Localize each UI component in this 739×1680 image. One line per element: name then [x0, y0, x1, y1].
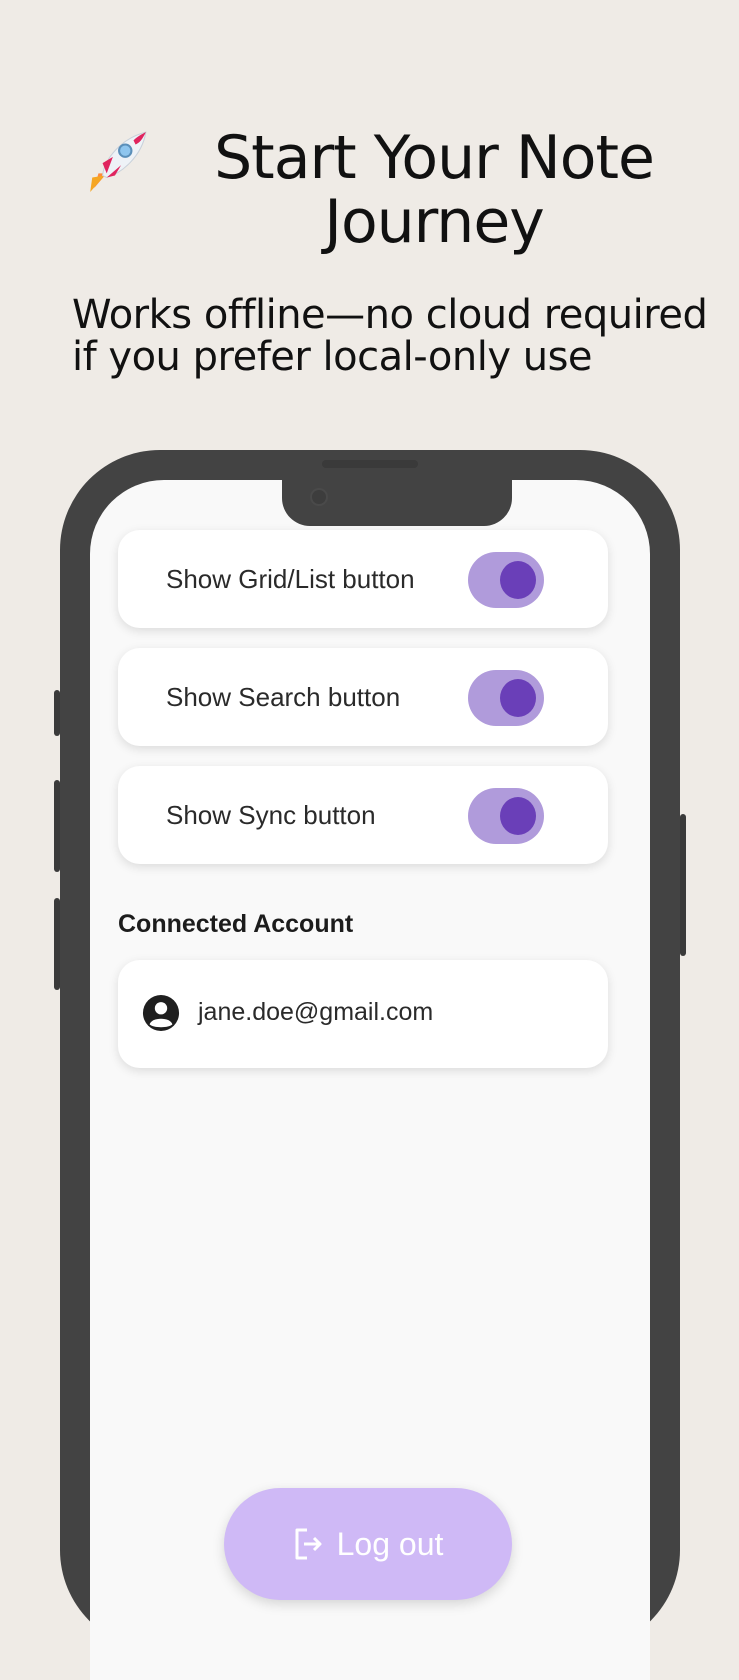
connected-account-heading: Connected Account [118, 910, 354, 938]
sync-toggle[interactable] [468, 788, 544, 844]
phone-volume-up [54, 780, 60, 872]
setting-label: Show Grid/List button [166, 564, 415, 594]
setting-card-search: Show Search button [118, 648, 608, 746]
search-toggle[interactable] [468, 670, 544, 726]
phone-speaker [322, 460, 418, 468]
phone-notch [282, 480, 512, 526]
phone-mockup: Show Grid/List button Show Search button… [54, 450, 686, 1680]
logout-icon [295, 1528, 322, 1560]
phone-side-button [54, 690, 60, 736]
toggle-knob [500, 797, 536, 835]
toggle-knob [500, 561, 536, 599]
account-email: jane.doe@gmail.com [198, 998, 434, 1026]
phone-volume-down [54, 898, 60, 990]
rocket-icon [90, 131, 147, 192]
phone-screen: Show Grid/List button Show Search button… [90, 480, 650, 1680]
hero-title: Start Your Note Journey [214, 123, 655, 257]
camera-icon [310, 488, 328, 506]
account-circle-icon [142, 994, 180, 1032]
toggle-knob [500, 679, 536, 717]
phone-power-button [680, 814, 686, 956]
setting-card-grid-list: Show Grid/List button [118, 530, 608, 628]
logout-label: Log out [336, 1525, 444, 1562]
logout-button[interactable]: Log out [224, 1488, 512, 1600]
account-card[interactable]: jane.doe@gmail.com [118, 960, 608, 1068]
grid-list-toggle[interactable] [468, 552, 544, 608]
hero-subtitle: Works offline—no cloud required if you p… [72, 292, 708, 380]
setting-label: Show Sync button [166, 800, 376, 830]
setting-label: Show Search button [166, 682, 401, 712]
setting-card-sync: Show Sync button [118, 766, 608, 864]
